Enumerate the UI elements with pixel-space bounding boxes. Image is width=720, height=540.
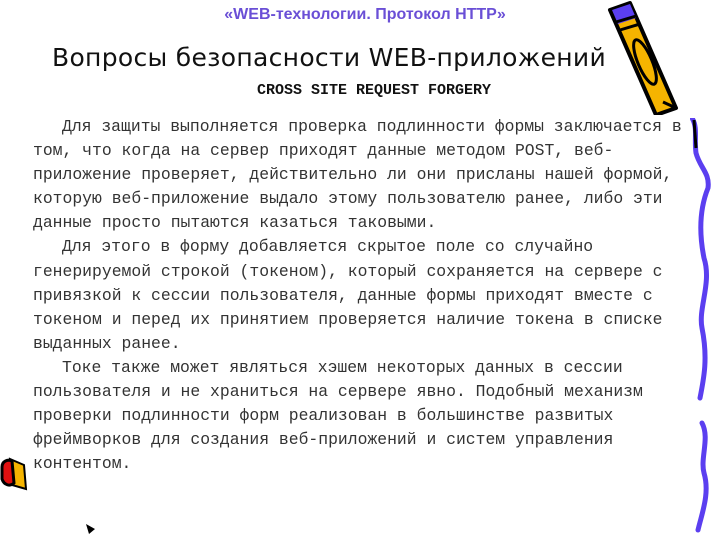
paragraph: Для защиты выполняется проверка подлинно… xyxy=(33,115,693,235)
paragraph-text: Для этого в форму добавляется скрытое по… xyxy=(33,237,673,353)
eraser-icon xyxy=(0,457,28,491)
slide-body: Для защиты выполняется проверка подлинно… xyxy=(33,115,693,476)
pencil-tip-icon xyxy=(86,524,95,534)
squiggle-line-icon xyxy=(690,118,711,533)
pencil-icon xyxy=(608,1,678,115)
paragraph: Для этого в форму добавляется скрытое по… xyxy=(33,235,693,355)
paragraph-text: Для защиты выполняется проверка подлинно… xyxy=(33,117,692,233)
slide-title: Вопросы безопасности WEB-приложений xyxy=(52,43,606,72)
paragraph-text: Токе также может являться хэшем некоторы… xyxy=(33,357,653,474)
paragraph: Токе также может являться хэшем некоторы… xyxy=(33,356,693,476)
